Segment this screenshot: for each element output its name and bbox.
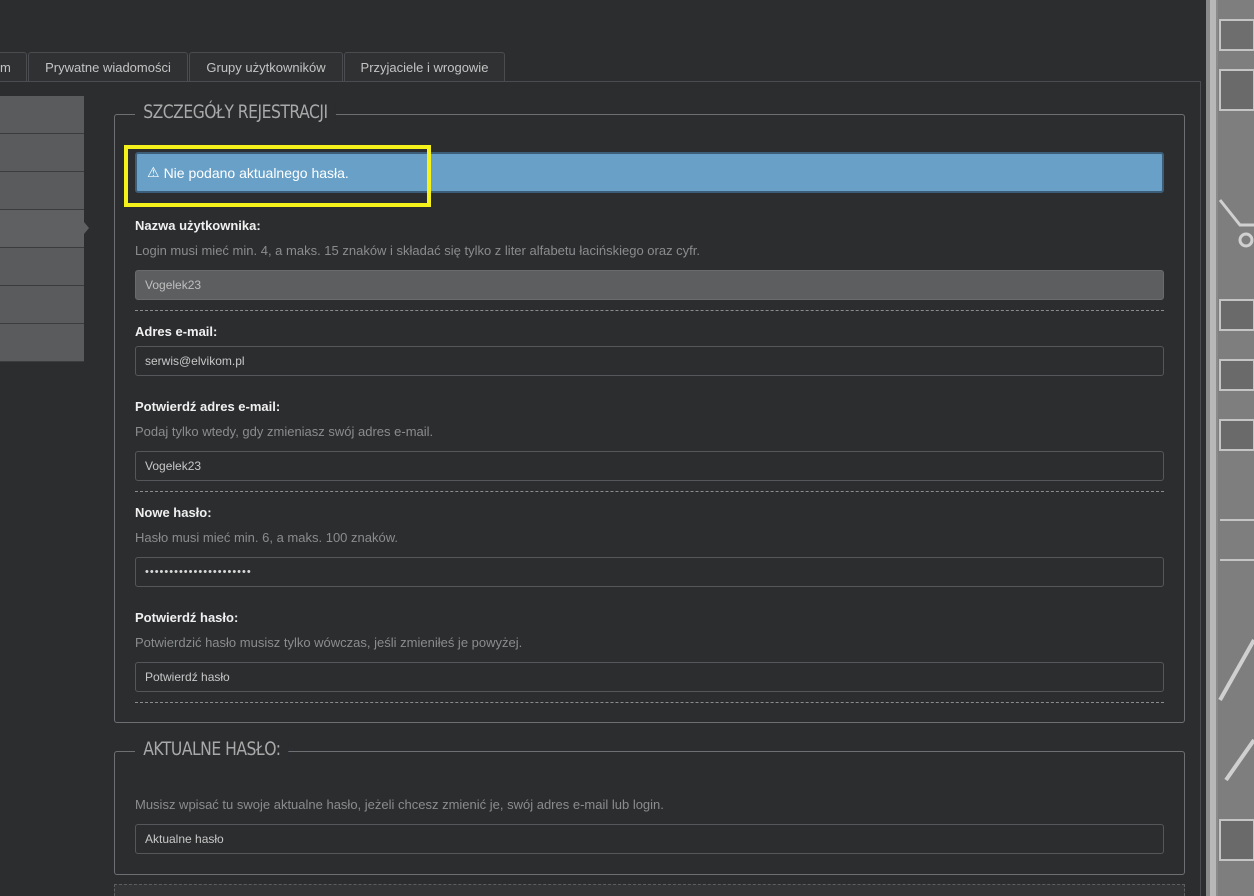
profile-tabs: m Prywatne wiadomości Grupy użytkowników… [0,52,506,82]
username-hint: Login musi mieć min. 4, a maks. 15 znakó… [135,243,701,258]
highlight-box [124,145,431,207]
username-label: Nazwa użytkownika: [135,218,261,233]
decorative-background-strip [1206,0,1254,896]
confirm-email-hint: Podaj tylko wtedy, gdy zmieniasz swój ad… [135,424,434,439]
current-password-legend: Aktualne hasło: [135,738,289,760]
new-password-hint: Hasło musi mieć min. 6, a maks. 100 znak… [135,530,398,545]
tab-partial[interactable]: m [0,52,27,82]
current-password-panel: Aktualne hasło: [114,738,1185,875]
active-indicator-arrow [84,222,89,234]
sidebar-item[interactable] [0,248,84,286]
current-password-hint: Musisz wpisać tu swoje aktualne hasło, j… [135,797,664,812]
email-field[interactable]: serwis@elvikom.pl [135,346,1164,376]
new-password-field[interactable]: •••••••••••••••••••••• [135,557,1164,587]
divider [135,491,1164,492]
current-password-field[interactable]: Aktualne hasło [135,824,1164,854]
confirm-password-label: Potwierdź hasło: [135,610,239,625]
divider [135,310,1164,311]
tab-private-messages[interactable]: Prywatne wiadomości [28,52,188,82]
tab-friends-foes[interactable]: Przyjaciele i wrogowie [344,52,505,82]
sidebar-item[interactable] [0,134,84,172]
sidebar-item[interactable] [0,172,84,210]
sidebar-nav [0,96,84,362]
username-field[interactable]: Vogelek23 [135,270,1164,300]
sidebar-item[interactable] [0,96,84,134]
new-password-label: Nowe hasło: [135,505,212,520]
confirm-password-hint: Potwierdzić hasło musisz tylko wówczas, … [135,635,523,650]
sidebar-item[interactable] [0,324,84,362]
confirm-password-field[interactable]: Potwierdź hasło [135,662,1164,692]
registration-legend: Szczegóły rejestracji [135,101,336,123]
tab-user-groups[interactable]: Grupy użytkowników [189,52,343,82]
sidebar-item[interactable] [0,286,84,324]
divider [135,702,1164,703]
next-panel-edge [114,884,1185,896]
email-label: Adres e-mail: [135,324,218,339]
sidebar-item-active[interactable] [0,210,84,248]
confirm-email-label: Potwierdź adres e-mail: [135,399,281,414]
confirm-email-field[interactable]: Vogelek23 [135,451,1164,481]
